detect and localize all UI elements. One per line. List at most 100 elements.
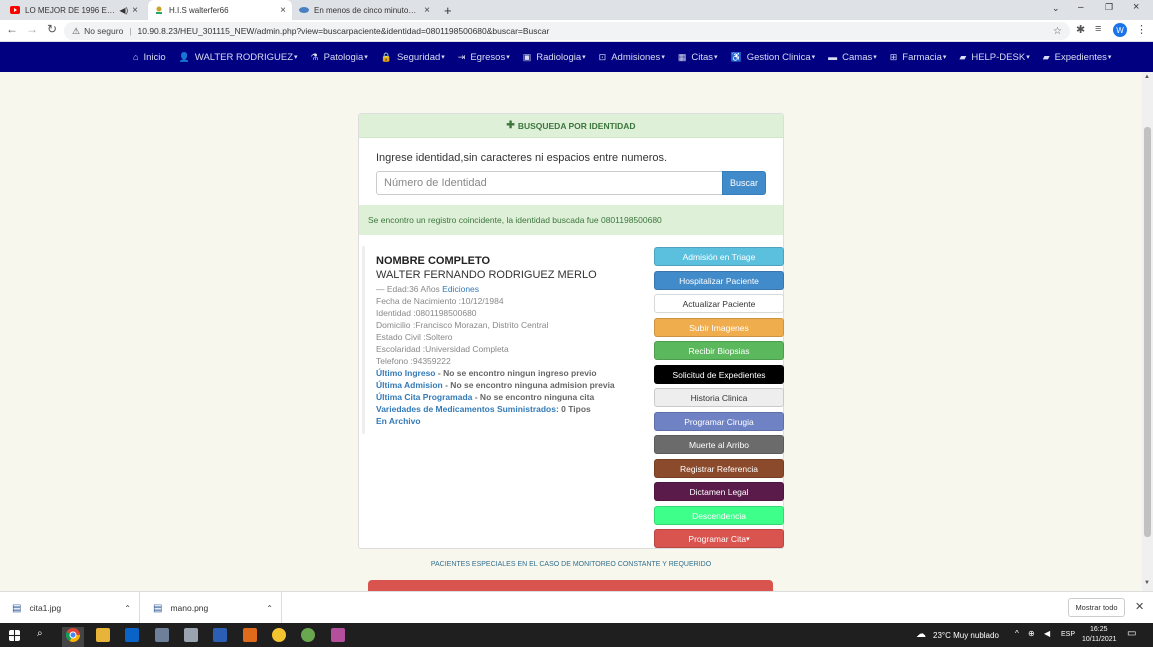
close-tab-icon[interactable]: × (132, 5, 138, 16)
language-indicator[interactable]: ESP (1061, 631, 1075, 638)
nav-item-expedientes[interactable]: ▰ Expedientes ▾ (1043, 52, 1112, 63)
speaker-icon[interactable]: ◀) (119, 6, 128, 15)
browser-menu-icon[interactable]: ⋮ (1136, 23, 1147, 36)
action-button-dictamen-legal[interactable]: Dictamen Legal (654, 482, 784, 501)
file-explorer-icon[interactable] (96, 628, 110, 642)
action-button-label: Descendencia (692, 510, 746, 521)
last-ingreso-link[interactable]: Último Ingreso (376, 368, 436, 378)
app-icon[interactable] (243, 628, 257, 642)
panel-heading: ✚ BUSQUEDA POR IDENTIDAD (359, 114, 783, 138)
editions-link[interactable]: Ediciones (442, 284, 479, 294)
remote-desktop-icon[interactable] (213, 628, 227, 642)
download-item[interactable]: ▤ cita1.jpg ⌃ (0, 592, 140, 624)
archive-link[interactable]: En Archivo (376, 416, 421, 426)
scrollbar-thumb[interactable] (1144, 127, 1151, 537)
action-button-admisi-n-en-triage[interactable]: Admisión en Triage (654, 247, 784, 266)
action-button-programar-cirugia[interactable]: Programar Cirugia (654, 412, 784, 431)
figma-icon[interactable] (331, 628, 345, 642)
clock-time[interactable]: 16:25 (1090, 626, 1108, 633)
identity-input[interactable] (376, 171, 723, 195)
nav-item-label: Citas (691, 51, 713, 63)
nav-item-admisiones[interactable]: ⊡ Admisiones ▾ (599, 52, 665, 63)
patient-identity: Identidad :0801198500680 (376, 308, 477, 318)
action-button-descendencia[interactable]: Descendencia (654, 506, 784, 525)
tray-chevron-icon[interactable]: ^ (1015, 629, 1019, 638)
action-button-muerte-al-arribo[interactable]: Muerte al Arribo (654, 435, 784, 454)
caret-down-icon: ▾ (746, 535, 750, 543)
show-all-downloads-button[interactable]: Mostrar todo (1068, 598, 1125, 617)
signout-icon: ⇥ (457, 51, 466, 62)
nav-item-egresos[interactable]: ⇥ Egresos ▾ (458, 52, 510, 63)
search-icon[interactable]: ⌕ (37, 628, 43, 639)
chevron-up-icon[interactable]: ⌃ (124, 604, 131, 613)
chevron-up-icon[interactable]: ⌃ (266, 604, 273, 613)
nav-item-patologia[interactable]: ⚗ Patologia ▾ (311, 52, 368, 63)
security-shield-icon[interactable] (155, 628, 169, 642)
network-drive-icon[interactable] (184, 628, 198, 642)
outlook-icon[interactable] (125, 628, 139, 642)
notifications-icon[interactable]: ▭ (1127, 628, 1136, 639)
network-icon[interactable]: ⊕ (1028, 629, 1035, 638)
reading-list-icon[interactable]: ≡ (1095, 23, 1101, 35)
caret-down-icon: ▾ (873, 54, 877, 61)
warning-icon: ⚠ (72, 25, 81, 36)
action-button-subir-imagenes[interactable]: Subir Imagenes (654, 318, 784, 337)
download-item[interactable]: ▤ mano.png ⌃ (141, 592, 282, 624)
nav-item-gestion-clinica[interactable]: ♿ Gestion Clinica ▾ (731, 52, 816, 63)
extensions-icon[interactable]: ✱ (1076, 23, 1085, 36)
tab-label: En menos de cinco minutos extie (314, 5, 421, 15)
close-tab-icon[interactable]: × (424, 5, 430, 16)
action-button-historia-clinica[interactable]: Historia Clinica (654, 388, 784, 407)
action-button-recibir-biopsias[interactable]: Recibir Biopsias (654, 341, 784, 360)
close-download-bar-icon[interactable]: ✕ (1135, 600, 1144, 613)
nav-item-label: Seguridad (396, 51, 441, 63)
nav-item-citas[interactable]: ▦ Citas ▾ (678, 52, 718, 63)
forward-icon[interactable]: → (24, 22, 40, 36)
restore-icon[interactable]: ❐ (1105, 2, 1113, 13)
page-scrollbar[interactable]: ▲ ▼ (1142, 72, 1153, 591)
minimize-icon[interactable]: – (1078, 2, 1084, 13)
profile-avatar[interactable]: W (1113, 23, 1127, 37)
nav-item-inicio[interactable]: ⌂ Inicio (133, 52, 166, 63)
reload-icon[interactable]: ↻ (44, 22, 60, 36)
back-icon[interactable]: ← (4, 22, 20, 36)
nav-item-user[interactable]: 👤 WALTER RODRIGUEZ ▾ (179, 52, 298, 63)
close-tab-icon[interactable]: × (280, 5, 286, 16)
address-bar[interactable]: ⚠ No seguro | 10.90.8.23/HEU_301115_NEW/… (64, 22, 1070, 40)
sticky-app-icon[interactable] (272, 628, 286, 642)
nav-item-seguridad[interactable]: 🔒 Seguridad ▾ (381, 52, 445, 63)
last-admision-link[interactable]: Última Admision (376, 380, 443, 390)
clock-date[interactable]: 10/11/2021 (1082, 636, 1117, 643)
new-tab-button[interactable]: + (438, 0, 458, 20)
action-button-programar-cita[interactable]: Programar Cita ▾ (654, 529, 784, 548)
browser-tab-news[interactable]: En menos de cinco minutos extie × (293, 0, 436, 20)
nav-item-camas[interactable]: ▬ Camas ▾ (828, 52, 877, 63)
search-button[interactable]: Buscar (722, 171, 766, 195)
scroll-up-icon[interactable]: ▲ (1144, 74, 1150, 80)
wheelchair-icon: ♿ (730, 51, 742, 62)
globe-app-icon[interactable] (301, 628, 315, 642)
browser-tab-youtube[interactable]: LO MEJOR DE 1996 EN ESPAÑOL ◀) × (4, 0, 144, 20)
tab-search-icon[interactable]: ⌄ (1052, 3, 1060, 14)
patient-info: NOMBRE COMPLETO WALTER FERNANDO RODRIGUE… (362, 246, 652, 434)
caret-down-icon: ▾ (714, 54, 718, 61)
nav-item-label: Farmacia (902, 51, 942, 63)
action-button-solicitud-de-expedientes[interactable]: Solicitud de Expedientes (654, 365, 784, 384)
action-button-registrar-referencia[interactable]: Registrar Referencia (654, 459, 784, 478)
action-button-hospitalizar-paciente[interactable]: Hospitalizar Paciente (654, 271, 784, 290)
nav-item-farmacia[interactable]: ⊞ Farmacia ▾ (890, 52, 947, 63)
action-button-actualizar-paciente[interactable]: Actualizar Paciente (654, 294, 784, 313)
browser-tab-his[interactable]: H.I.S walterfer66 × (148, 0, 292, 20)
meds-link[interactable]: Variedades de Medicamentos Suministrados… (376, 404, 559, 414)
bookmark-star-icon[interactable]: ☆ (1053, 26, 1062, 37)
download-bar: ▤ cita1.jpg ⌃ ▤ mano.png ⌃ Mostrar todo … (0, 591, 1153, 624)
windows-start-icon[interactable] (9, 630, 20, 641)
scroll-down-icon[interactable]: ▼ (1144, 580, 1150, 586)
close-window-icon[interactable]: × (1133, 1, 1139, 13)
volume-icon[interactable]: ◀ (1044, 629, 1050, 638)
news-icon (299, 7, 309, 13)
last-cita-link[interactable]: Última Cita Programada (376, 392, 472, 402)
nav-item-radiologia[interactable]: ▣ Radiologia ▾ (523, 52, 586, 63)
nav-item-help-desk[interactable]: ▰ HELP-DESK ▾ (959, 52, 1029, 63)
weather-text[interactable]: 23°C Muy nublado (933, 631, 999, 640)
